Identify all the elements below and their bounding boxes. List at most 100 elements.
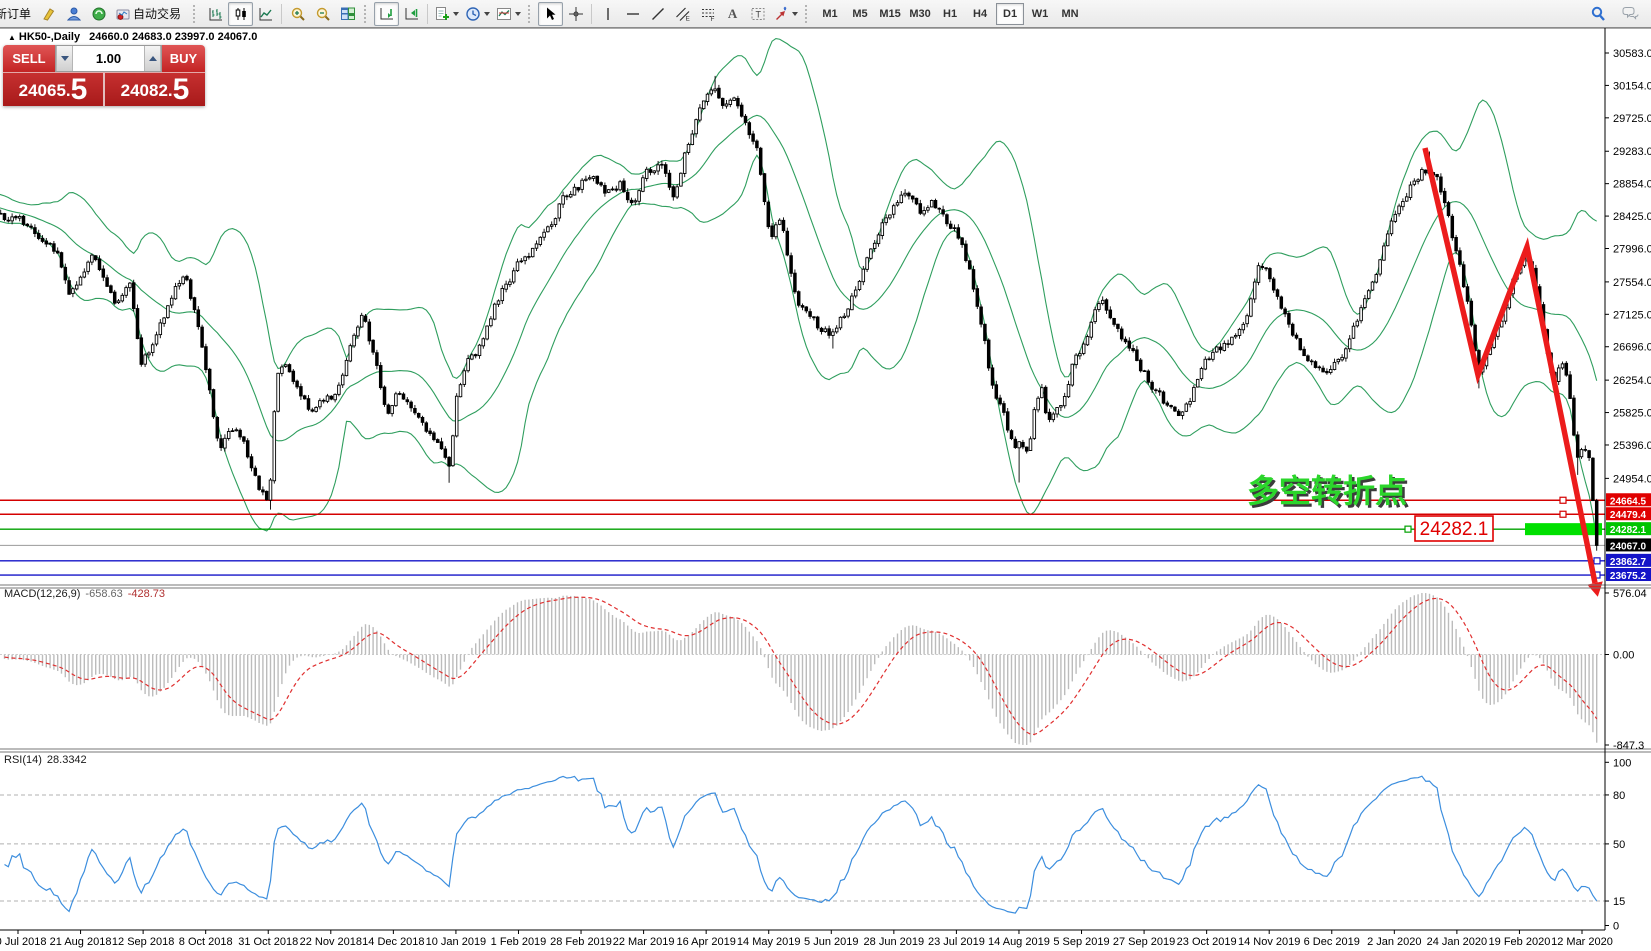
toolbar-separator xyxy=(427,4,428,24)
zoom-in-icon[interactable] xyxy=(285,2,310,26)
toolbar-grip xyxy=(364,5,371,23)
svg-text:-847.3: -847.3 xyxy=(1613,740,1644,752)
svg-text:14 Nov 2019: 14 Nov 2019 xyxy=(1238,936,1300,948)
sell-price[interactable]: 24065.5 xyxy=(3,73,103,106)
toolbar-separator xyxy=(591,4,592,24)
horizontal-line-icon[interactable] xyxy=(620,2,645,26)
chart-shift-icon[interactable] xyxy=(399,2,424,26)
timeframe-w1[interactable]: W1 xyxy=(1026,3,1054,25)
channel-icon[interactable]: E xyxy=(670,2,695,26)
svg-text:28 Feb 2019: 28 Feb 2019 xyxy=(550,936,612,948)
new-order-button[interactable]: 新订单 xyxy=(0,2,36,26)
buy-button[interactable]: BUY xyxy=(162,45,205,72)
svg-text:100: 100 xyxy=(1613,757,1631,769)
svg-text:14 Dec 2018: 14 Dec 2018 xyxy=(362,936,424,948)
chat-icon[interactable] xyxy=(1618,2,1643,26)
svg-text:80: 80 xyxy=(1613,790,1625,802)
arrows-button[interactable] xyxy=(770,2,801,26)
chevron-down-icon xyxy=(515,12,521,16)
timeframe-h4[interactable]: H4 xyxy=(966,3,994,25)
svg-text:14 Aug 2019: 14 Aug 2019 xyxy=(988,936,1050,948)
svg-text:576.04: 576.04 xyxy=(1613,588,1647,600)
macd-label: MACD(12,26,9) -658.63 -428.73 xyxy=(4,588,165,600)
macd-name: MACD(12,26,9) xyxy=(4,588,80,600)
svg-text:12 Sep 2018: 12 Sep 2018 xyxy=(112,936,174,948)
cursor-icon[interactable] xyxy=(538,2,563,26)
tile-windows-icon[interactable] xyxy=(335,2,360,26)
volume-decrease-button[interactable] xyxy=(56,46,73,71)
svg-text:27 Sep 2019: 27 Sep 2019 xyxy=(1113,936,1175,948)
svg-text:24954.0: 24954.0 xyxy=(1613,473,1651,485)
timeframe-d1[interactable]: D1 xyxy=(996,3,1024,25)
svg-text:5 Jun 2019: 5 Jun 2019 xyxy=(804,936,858,948)
line-chart-icon[interactable] xyxy=(253,2,278,26)
svg-text:30 Jul 2018: 30 Jul 2018 xyxy=(0,936,46,948)
profile-icon[interactable] xyxy=(61,2,86,26)
template-button[interactable] xyxy=(493,2,524,26)
volume-value[interactable]: 1.00 xyxy=(73,46,144,71)
svg-text:30154.0: 30154.0 xyxy=(1613,80,1651,92)
svg-text:28425.0: 28425.0 xyxy=(1613,211,1651,223)
timeframe-m30[interactable]: M30 xyxy=(906,3,934,25)
fibonacci-icon[interactable]: F xyxy=(695,2,720,26)
svg-text:29725.0: 29725.0 xyxy=(1613,113,1651,125)
timeframe-m5[interactable]: M5 xyxy=(846,3,874,25)
vertical-line-icon[interactable] xyxy=(595,2,620,26)
support-zone-band xyxy=(1525,523,1602,535)
text-icon[interactable]: A xyxy=(720,2,745,26)
volume-stepper: 1.00 xyxy=(55,45,162,72)
svg-text:23 Jul 2019: 23 Jul 2019 xyxy=(928,936,985,948)
svg-text:25825.0: 25825.0 xyxy=(1613,408,1651,420)
label-icon[interactable]: T xyxy=(745,2,770,26)
svg-text:25396.0: 25396.0 xyxy=(1613,440,1651,452)
one-click-trade-panel: SELL 1.00 BUY 24065.5 24082.5 xyxy=(3,45,205,106)
turning-point-annotation[interactable]: 多空转折点 xyxy=(1247,473,1407,509)
zoom-out-icon[interactable] xyxy=(310,2,335,26)
symbol-marker-icon: ▲ xyxy=(8,33,16,42)
svg-text:24067.0: 24067.0 xyxy=(1610,541,1647,552)
svg-text:29283.0: 29283.0 xyxy=(1613,146,1651,158)
svg-text:10 Jan 2019: 10 Jan 2019 xyxy=(426,936,487,948)
broadcast-icon[interactable] xyxy=(86,2,111,26)
toolbar-right-group xyxy=(1585,2,1643,26)
chevron-down-icon xyxy=(453,12,459,16)
macd-main-value: -658.63 xyxy=(85,588,122,600)
timeframe-mn[interactable]: MN xyxy=(1056,3,1084,25)
wand-icon[interactable] xyxy=(36,2,61,26)
main-toolbar: 新订单 自动交易 xyxy=(0,0,1651,28)
chart-title: ▲HK50-,Daily 24660.0 24683.0 23997.0 240… xyxy=(8,31,257,43)
new-order-label: 新订单 xyxy=(0,5,31,22)
sell-button[interactable]: SELL xyxy=(3,45,55,72)
search-icon[interactable] xyxy=(1585,2,1610,26)
crosshair-icon[interactable] xyxy=(563,2,588,26)
macd-signal-value: -428.73 xyxy=(128,588,165,600)
chart-canvas[interactable]: 24282.1多空转折点多空转折点30583.030154.029725.029… xyxy=(0,0,1651,951)
triangle-down-icon xyxy=(61,56,69,61)
timeframe-group: M1M5M15M30H1H4D1W1MN xyxy=(815,3,1085,25)
svg-text:30583.0: 30583.0 xyxy=(1613,48,1651,60)
bars-chart-icon[interactable] xyxy=(203,2,228,26)
timeframe-m15[interactable]: M15 xyxy=(876,3,904,25)
svg-text:22 Mar 2019: 22 Mar 2019 xyxy=(613,936,675,948)
candles-chart-icon[interactable] xyxy=(228,2,253,26)
buy-price[interactable]: 24082.5 xyxy=(105,73,205,106)
period-button[interactable] xyxy=(462,2,493,26)
svg-text:1 Feb 2019: 1 Feb 2019 xyxy=(491,936,547,948)
svg-text:24282.1: 24282.1 xyxy=(1610,525,1647,536)
svg-text:14 May 2019: 14 May 2019 xyxy=(737,936,801,948)
trendline-icon[interactable] xyxy=(645,2,670,26)
volume-increase-button[interactable] xyxy=(144,46,161,71)
autoscroll-icon[interactable] xyxy=(374,2,399,26)
svg-text:23862.7: 23862.7 xyxy=(1610,557,1647,568)
autotrade-button[interactable]: 自动交易 xyxy=(111,2,189,26)
timeframe-m1[interactable]: M1 xyxy=(816,3,844,25)
svg-text:16 Apr 2019: 16 Apr 2019 xyxy=(676,936,735,948)
timeframe-h1[interactable]: H1 xyxy=(936,3,964,25)
autotrade-label: 自动交易 xyxy=(133,5,181,22)
svg-text:0: 0 xyxy=(1613,921,1619,933)
add-indicator-button[interactable] xyxy=(431,2,462,26)
svg-text:23 Oct 2019: 23 Oct 2019 xyxy=(1177,936,1237,948)
svg-text:T: T xyxy=(755,9,761,19)
svg-text:21 Aug 2018: 21 Aug 2018 xyxy=(50,936,112,948)
svg-text:23675.2: 23675.2 xyxy=(1610,571,1647,582)
